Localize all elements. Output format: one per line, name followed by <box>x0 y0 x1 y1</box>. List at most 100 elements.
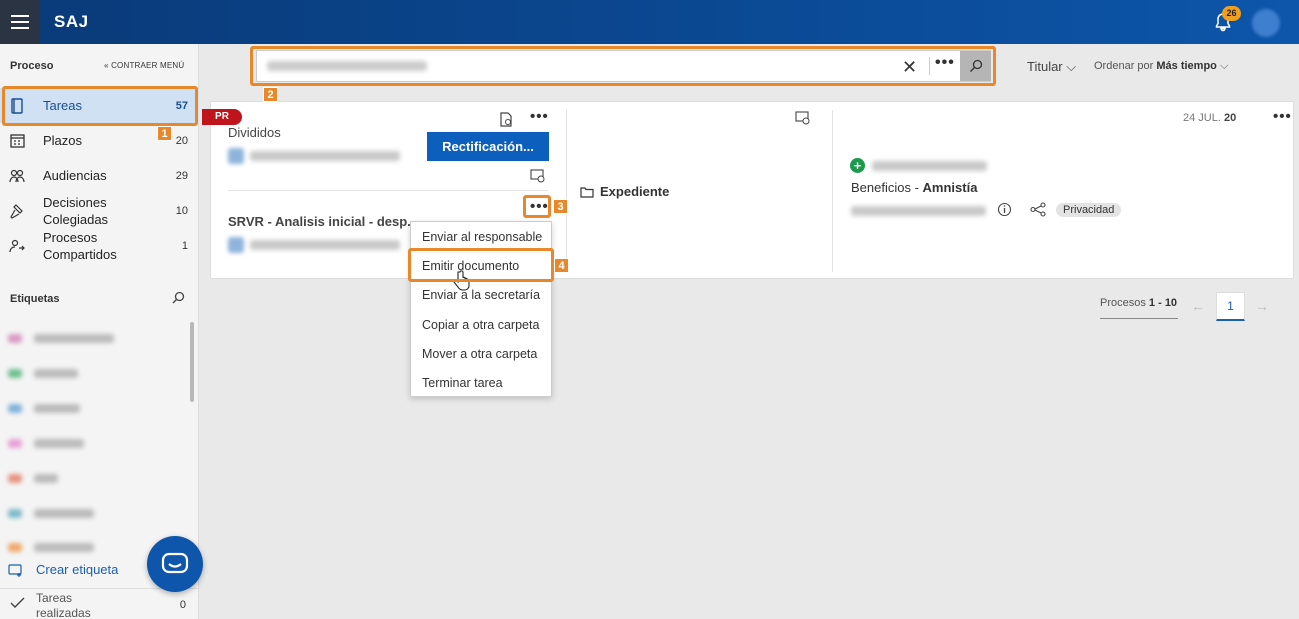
create-tag-label: Crear etiqueta <box>36 562 119 577</box>
avatar <box>228 148 244 164</box>
subject-prefix: Beneficios - <box>851 180 923 195</box>
pagination-summary: Procesos 1 - 10 <box>1100 297 1177 309</box>
document-clock-icon[interactable] <box>499 112 513 127</box>
tag-item[interactable] <box>8 402 80 414</box>
sidebar-item-audiencias[interactable]: Audiencias 29 <box>0 158 199 193</box>
people-icon <box>9 168 25 184</box>
annotation-number-2: 2 <box>263 87 278 102</box>
tag-item[interactable] <box>8 472 58 484</box>
top-bar: SAJ 26 <box>0 0 1299 44</box>
tag-item[interactable] <box>8 437 84 449</box>
divider <box>832 110 833 272</box>
annotation-box-1 <box>2 86 198 126</box>
titular-dropdown[interactable]: Titular ⌵ <box>1027 59 1076 75</box>
search-icon[interactable] <box>172 291 185 304</box>
sidebar-item-procesos-compartidos[interactable]: Procesos Compartidos 1 <box>0 228 199 264</box>
tag-color <box>8 542 22 552</box>
tag-item[interactable] <box>8 367 78 379</box>
annotation-number-3: 3 <box>553 199 568 214</box>
privacy-badge: Privacidad <box>1056 203 1122 217</box>
add-folder-icon[interactable] <box>530 169 545 183</box>
sidebar-item-count: 20 <box>175 134 188 147</box>
blurred-text <box>250 151 400 161</box>
rectificacion-button[interactable]: Rectificación... <box>427 132 549 161</box>
divider <box>1100 318 1178 319</box>
sidebar-header: Proceso <box>10 60 54 72</box>
sidebar-item-label: Plazos <box>43 133 83 148</box>
menu-item-copiar-carpeta[interactable]: Copiar a otra carpeta <box>411 311 553 340</box>
gavel-icon <box>9 203 25 219</box>
sidebar-item-count: 10 <box>175 205 188 217</box>
chevron-down-icon: ⌵ <box>1066 59 1077 74</box>
arrow-left-icon[interactable]: ← <box>1191 298 1205 314</box>
tag-color <box>8 368 22 378</box>
sidebar-item-tareas-realizadas[interactable]: Tareas realizadas 0 <box>0 588 199 619</box>
arrow-right-icon[interactable]: → <box>1255 298 1269 314</box>
info-icon[interactable] <box>997 202 1012 217</box>
blurred-text <box>250 240 400 250</box>
sort-label: Ordenar por <box>1094 60 1154 72</box>
add-tag-icon <box>8 563 22 577</box>
divider <box>228 190 548 191</box>
menu-item-terminar-tarea[interactable]: Terminar tarea <box>411 369 553 398</box>
notification-badge: 26 <box>1222 6 1241 21</box>
tag-item[interactable] <box>8 332 114 344</box>
more-icon[interactable]: ••• <box>530 108 549 125</box>
date-year: 20 <box>1223 112 1237 124</box>
tag-item[interactable] <box>8 541 94 553</box>
blurred-text <box>872 161 987 171</box>
hamburger-menu-icon[interactable] <box>0 0 40 44</box>
folder-icon <box>580 186 594 198</box>
expediente-link[interactable]: Expediente <box>580 184 669 199</box>
sidebar-item-decisiones-colegiadas[interactable]: Decisiones Colegiadas 10 <box>0 193 199 229</box>
more-icon[interactable]: ••• <box>1273 108 1292 125</box>
tag-color <box>8 403 22 413</box>
sidebar-item-label: Procesos Compartidos <box>43 230 117 262</box>
annotation-box-4 <box>408 248 554 282</box>
collapse-menu-button[interactable]: « CONTRAER MENÚ <box>104 61 184 70</box>
menu-item-mover-carpeta[interactable]: Mover a otra carpeta <box>411 340 553 369</box>
chat-icon <box>161 552 189 574</box>
chevron-down-icon: ⌵ <box>1219 60 1229 72</box>
date-day: 24 JUL. <box>1183 112 1221 124</box>
divider <box>566 110 567 272</box>
subject-value: Amnistía <box>922 180 978 195</box>
user-avatar[interactable] <box>1252 9 1280 37</box>
tag-item[interactable] <box>8 507 94 519</box>
shared-icon <box>9 238 25 254</box>
subject: Beneficios - Amnistía <box>851 180 977 195</box>
expediente-label: Expediente <box>600 184 670 199</box>
blurred-text <box>851 206 986 216</box>
share-icon[interactable] <box>1030 202 1046 217</box>
pagination-range: 1 - 10 <box>1148 297 1178 309</box>
tag-color <box>8 473 22 483</box>
create-tag-button[interactable]: Crear etiqueta <box>8 562 118 577</box>
sidebar-item-label: Audiencias <box>43 168 107 183</box>
menu-item-enviar-secretaria[interactable]: Enviar a la secretaría <box>411 281 553 310</box>
add-icon[interactable]: + <box>850 158 865 173</box>
tag-color <box>8 438 22 448</box>
titular-label: Titular <box>1027 59 1063 74</box>
tags-header: Etiquetas <box>10 293 60 305</box>
tag-color <box>8 333 22 343</box>
group-title: Divididos <box>228 125 281 140</box>
sort-dropdown[interactable]: Ordenar por Más tiempo ⌵ <box>1094 60 1228 73</box>
app-logo[interactable]: SAJ <box>54 12 89 32</box>
task-title[interactable]: SRVR - Analisis inicial - desp... <box>228 214 418 229</box>
sidebar-item-count: 0 <box>179 599 186 611</box>
sidebar-item-count: 1 <box>181 240 188 252</box>
sidebar-scrollbar[interactable] <box>190 322 194 402</box>
page-number-button[interactable]: 1 <box>1216 292 1245 321</box>
sidebar-item-label: Tareas realizadas <box>36 591 91 619</box>
avatar <box>228 237 244 253</box>
priority-badge: PR <box>202 109 242 125</box>
card-date: 24 JUL. 20 <box>1183 112 1236 124</box>
annotation-number-1: 1 <box>157 126 172 141</box>
sidebar-item-label: Decisiones Colegiadas <box>43 195 109 227</box>
add-folder-icon[interactable] <box>795 111 810 125</box>
check-icon <box>10 597 25 608</box>
chat-button[interactable] <box>147 536 203 592</box>
annotation-box-2 <box>250 46 996 86</box>
calendar-icon <box>9 133 25 149</box>
annotation-number-4: 4 <box>554 258 569 273</box>
